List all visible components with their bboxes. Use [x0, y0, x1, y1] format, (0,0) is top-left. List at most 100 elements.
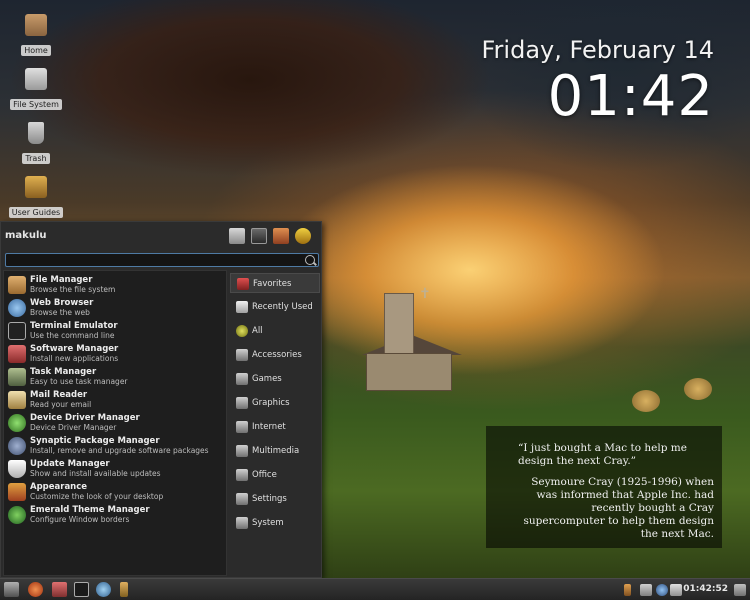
app-terminal-emulator[interactable]: Terminal Emulator Use the command line: [6, 320, 226, 342]
taskbar-clock[interactable]: 01:42:52: [683, 584, 728, 594]
category-label: Internet: [252, 422, 286, 432]
category-label: All: [252, 326, 263, 336]
category-office[interactable]: Office: [230, 465, 320, 485]
settings-icon: [236, 493, 248, 505]
file-manager-icon: [8, 276, 26, 294]
mail-icon: [8, 391, 26, 409]
app-mail-reader[interactable]: Mail Reader Read your email: [6, 389, 226, 411]
category-label: Accessories: [252, 350, 302, 360]
network-browser-icon[interactable]: [96, 582, 111, 597]
update-shield-icon: [8, 460, 26, 478]
search-icon: [305, 255, 315, 265]
category-label: Office: [252, 470, 277, 480]
terminal-icon[interactable]: [74, 582, 89, 597]
drive-icon: [25, 68, 47, 90]
globe-icon[interactable]: [656, 584, 668, 596]
app-web-browser[interactable]: Web Browser Browse the web: [6, 297, 226, 319]
logout-icon[interactable]: [295, 228, 311, 244]
network-icon[interactable]: [640, 584, 652, 596]
tools-icon[interactable]: [273, 228, 289, 244]
app-desc: Install new applications: [30, 354, 119, 363]
app-software-manager[interactable]: Software Manager Install new application…: [6, 343, 226, 365]
app-emerald-theme-manager[interactable]: Emerald Theme Manager Configure Window b…: [6, 504, 226, 526]
app-desc: Device Driver Manager: [30, 423, 117, 432]
browser-icon[interactable]: [28, 582, 43, 597]
menu-search-field[interactable]: [5, 253, 319, 273]
app-synaptic-package-manager[interactable]: Synaptic Package Manager Install, remove…: [6, 435, 226, 457]
terminal-icon: [8, 322, 26, 340]
app-file-manager[interactable]: File Manager Browse the file system: [6, 274, 226, 296]
category-label: Graphics: [252, 398, 290, 408]
trash-icon: [28, 122, 44, 144]
file-manager-icon[interactable]: [52, 582, 67, 597]
task-manager-icon: [8, 368, 26, 386]
battery-icon[interactable]: [624, 584, 631, 596]
app-name: Synaptic Package Manager: [30, 436, 160, 446]
app-desc: Configure Window borders: [30, 515, 130, 524]
all-icon: [236, 325, 248, 337]
accessories-icon: [236, 349, 248, 361]
app-appearance[interactable]: Appearance Customize the look of your de…: [6, 481, 226, 503]
web-browser-icon: [8, 299, 26, 317]
app-desc: Install, remove and upgrade software pac…: [30, 446, 209, 455]
quote-attribution: Seymoure Cray (1925-1996) when was infor…: [523, 476, 714, 540]
category-favorites[interactable]: Favorites: [230, 273, 320, 293]
category-system[interactable]: System: [230, 513, 320, 533]
favorites-app-list: File Manager Browse the file system Web …: [3, 270, 227, 576]
app-name: Update Manager: [30, 459, 110, 469]
category-internet[interactable]: Internet: [230, 417, 320, 437]
category-accessories[interactable]: Accessories: [230, 345, 320, 365]
bottle-icon[interactable]: [120, 582, 128, 597]
category-multimedia[interactable]: Multimedia: [230, 441, 320, 461]
desktop-icon-label: Trash: [22, 153, 50, 164]
taskbar: 01:42:52: [0, 578, 750, 600]
wallpaper-haybale: [632, 390, 660, 412]
quote-text: “I just bought a Mac to help me design t…: [518, 442, 687, 467]
category-graphics[interactable]: Graphics: [230, 393, 320, 413]
desktop-icon-user-guides[interactable]: User Guides: [6, 176, 66, 219]
category-settings[interactable]: Settings: [230, 489, 320, 509]
desktop-icon-file-system[interactable]: File System: [6, 68, 66, 111]
favorites-icon: [237, 278, 249, 290]
menu-icon[interactable]: [4, 582, 19, 597]
desktop-icon-home[interactable]: Home: [6, 14, 66, 57]
app-name: Software Manager: [30, 344, 119, 354]
widget-clock: 01:42: [547, 64, 714, 129]
show-desktop-icon[interactable]: [734, 584, 746, 596]
app-name: Mail Reader: [30, 390, 88, 400]
terminal-icon[interactable]: [251, 228, 267, 244]
desktop-icon-label: Home: [21, 45, 51, 56]
app-update-manager[interactable]: Update Manager Show and install availabl…: [6, 458, 226, 480]
widget-date: Friday, February 14: [481, 36, 714, 64]
desktop-icon-trash[interactable]: Trash: [6, 122, 66, 165]
software-manager-icon: [8, 345, 26, 363]
app-name: Device Driver Manager: [30, 413, 140, 423]
wallpaper-haybale: [684, 378, 712, 400]
app-name: Web Browser: [30, 298, 94, 308]
app-name: Task Manager: [30, 367, 97, 377]
category-all[interactable]: All: [230, 321, 320, 341]
graphics-icon: [236, 397, 248, 409]
category-games[interactable]: Games: [230, 369, 320, 389]
wallpaper-church: ✝: [362, 285, 462, 395]
category-label: Games: [252, 374, 282, 384]
category-label: Settings: [252, 494, 287, 504]
office-icon: [236, 469, 248, 481]
appearance-icon: [8, 483, 26, 501]
app-desc: Show and install available updates: [30, 469, 161, 478]
quote-widget: “I just bought a Mac to help me design t…: [486, 426, 722, 548]
app-desc: Use the command line: [30, 331, 115, 340]
app-task-manager[interactable]: Task Manager Easy to use task manager: [6, 366, 226, 388]
app-device-driver-manager[interactable]: Device Driver Manager Device Driver Mana…: [6, 412, 226, 434]
menu-header: makulu: [1, 222, 321, 250]
display-icon[interactable]: [670, 584, 682, 596]
app-desc: Easy to use task manager: [30, 377, 128, 386]
system-icon: [236, 517, 248, 529]
app-name: Terminal Emulator: [30, 321, 118, 331]
category-recently-used[interactable]: Recently Used: [230, 297, 320, 317]
menu-categories: Favorites Recently Used All Accessories …: [230, 270, 322, 576]
settings-icon[interactable]: [229, 228, 245, 244]
games-icon: [236, 373, 248, 385]
application-menu: makulu File Manager Browse the file syst…: [0, 221, 322, 578]
desktop-icon-label: User Guides: [8, 207, 64, 218]
